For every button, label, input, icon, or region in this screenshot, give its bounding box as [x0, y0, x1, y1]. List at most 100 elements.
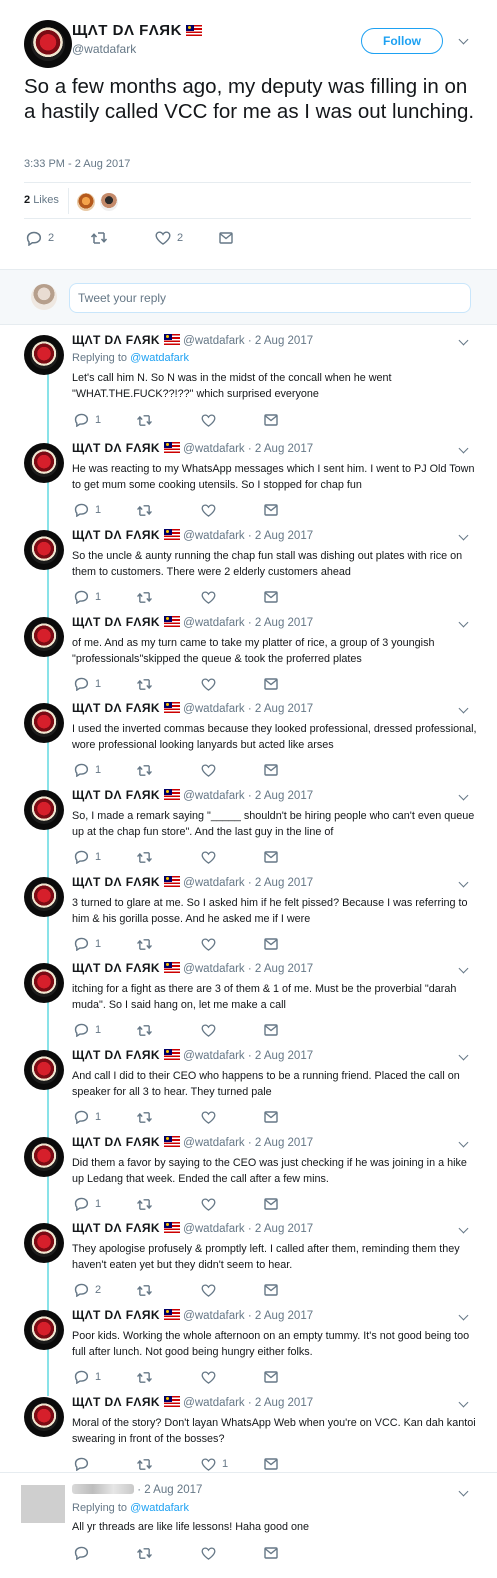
author-handle[interactable]: @watdafark — [183, 790, 245, 802]
like-button[interactable] — [201, 1544, 216, 1562]
thread-reply[interactable]: ЩΛT DΛ FΛЯK @watdafark · 2 Aug 2017 3 tur… — [0, 875, 497, 955]
thread-reply[interactable]: ЩΛT DΛ FΛЯK @watdafark · 2 Aug 2017 itchi… — [0, 961, 497, 1041]
author-handle[interactable]: @watdafark — [183, 1223, 245, 1235]
avatar[interactable] — [24, 877, 64, 917]
like-button[interactable] — [201, 588, 222, 606]
like-button[interactable] — [201, 1368, 222, 1386]
chevron-down-icon[interactable] — [459, 792, 469, 802]
direct-message-button[interactable] — [264, 411, 278, 429]
reply-date[interactable]: · 2 Aug 2017 — [248, 335, 313, 347]
retweet-button[interactable] — [136, 411, 153, 429]
author-name[interactable]: ЩΛT DΛ FΛЯK — [72, 1135, 160, 1149]
chevron-down-icon[interactable] — [459, 445, 469, 455]
author-handle[interactable]: @watdafark — [183, 1310, 245, 1322]
like-button[interactable] — [201, 1021, 222, 1039]
reply-button[interactable]: 1 — [74, 761, 101, 779]
thread-reply[interactable]: ЩΛT DΛ FΛЯK @watdafark · 2 Aug 2017 So, I… — [0, 788, 497, 868]
author-handle[interactable]: @watdafark — [183, 1397, 245, 1409]
retweet-button[interactable] — [136, 1108, 153, 1126]
author-name[interactable]: ЩΛT DΛ FΛЯK — [72, 1221, 160, 1235]
author-name[interactable]: ЩΛT DΛ FΛЯK — [72, 528, 160, 542]
author-name[interactable]: ЩΛT DΛ FΛЯK — [72, 22, 202, 39]
avatar[interactable] — [24, 1397, 64, 1437]
thread-reply[interactable]: ЩΛT DΛ FΛЯK @watdafark · 2 Aug 2017 Moral… — [0, 1395, 497, 1475]
reply-date[interactable]: · 2 Aug 2017 — [248, 530, 313, 542]
reply-button[interactable]: 2 — [26, 229, 54, 247]
like-button[interactable] — [201, 848, 222, 866]
direct-message-button[interactable] — [264, 1368, 278, 1386]
thread-reply[interactable]: ЩΛT DΛ FΛЯK @watdafark · 2 Aug 2017 He wa… — [0, 441, 497, 521]
author-name[interactable]: ЩΛT DΛ FΛЯK — [72, 1048, 160, 1062]
author-name[interactable]: ЩΛT DΛ FΛЯK — [72, 961, 160, 975]
likes-count[interactable]: 2 Likes — [24, 194, 59, 206]
follow-button[interactable]: Follow — [361, 28, 443, 54]
chevron-down-icon[interactable] — [459, 965, 469, 975]
avatar[interactable] — [24, 443, 64, 483]
reply-button[interactable]: 1 — [74, 935, 101, 953]
reply-button[interactable] — [74, 1455, 95, 1473]
author-name[interactable]: ЩΛT DΛ FΛЯK — [72, 615, 160, 629]
avatar[interactable] — [24, 790, 64, 830]
thread-reply[interactable]: ЩΛT DΛ FΛЯK @watdafark · 2 Aug 2017 And c… — [0, 1048, 497, 1128]
author-name[interactable]: ЩΛT DΛ FΛЯK — [72, 701, 160, 715]
direct-message-button[interactable] — [264, 675, 278, 693]
retweet-button[interactable] — [136, 1455, 153, 1473]
chevron-down-icon[interactable] — [459, 337, 469, 347]
retweet-button[interactable] — [136, 1544, 153, 1562]
reply-date[interactable]: · 2 Aug 2017 — [248, 1137, 313, 1149]
like-button[interactable] — [201, 1195, 222, 1213]
avatar[interactable] — [24, 20, 72, 68]
chevron-down-icon[interactable] — [459, 1139, 469, 1149]
retweet-button[interactable] — [136, 1195, 153, 1213]
retweet-button[interactable] — [90, 229, 108, 247]
avatar[interactable] — [21, 1485, 65, 1523]
direct-message-button[interactable] — [264, 1544, 278, 1562]
author-name[interactable]: ЩΛT DΛ FΛЯK — [72, 875, 160, 889]
author-handle[interactable]: @watdafark — [183, 335, 245, 347]
chevron-down-icon[interactable] — [459, 1225, 469, 1235]
author-handle[interactable]: @watdafark — [183, 963, 245, 975]
chevron-down-icon[interactable] — [459, 619, 469, 629]
like-button[interactable]: 2 — [155, 229, 183, 247]
retweet-button[interactable] — [136, 588, 153, 606]
reply-date[interactable]: · 2 Aug 2017 — [248, 703, 313, 715]
like-button[interactable] — [201, 411, 222, 429]
retweet-button[interactable] — [136, 675, 153, 693]
direct-message-button[interactable] — [264, 761, 278, 779]
like-button[interactable] — [201, 675, 222, 693]
reply-button[interactable]: 1 — [74, 675, 101, 693]
chevron-down-icon[interactable] — [459, 1488, 469, 1498]
tweet-timestamp[interactable]: 3:33 PM - 2 Aug 2017 — [24, 158, 130, 170]
reply-button[interactable]: 2 — [74, 1281, 101, 1299]
reply-button[interactable]: 1 — [74, 411, 101, 429]
avatar[interactable] — [24, 1050, 64, 1090]
chevron-down-icon[interactable] — [459, 1312, 469, 1322]
thread-reply[interactable]: ЩΛT DΛ FΛЯK @watdafark · 2 Aug 2017 They … — [0, 1221, 497, 1301]
reply-date[interactable]: · 2 Aug 2017 — [137, 1484, 202, 1496]
avatar[interactable] — [24, 1310, 64, 1350]
retweet-button[interactable] — [136, 848, 153, 866]
retweet-button[interactable] — [136, 1281, 153, 1299]
replying-to-link[interactable]: @watdafark — [130, 352, 189, 364]
chevron-down-icon[interactable] — [459, 705, 469, 715]
avatar[interactable] — [24, 703, 64, 743]
reply-date[interactable]: · 2 Aug 2017 — [248, 617, 313, 629]
reply-button[interactable]: 1 — [74, 1368, 101, 1386]
direct-message-button[interactable] — [264, 1455, 278, 1473]
author-name[interactable]: ЩΛT DΛ FΛЯK — [72, 333, 160, 347]
author-name[interactable]: ЩΛT DΛ FΛЯK — [72, 1308, 160, 1322]
author-name[interactable]: ЩΛT DΛ FΛЯK — [72, 441, 160, 455]
direct-message-button[interactable] — [264, 935, 278, 953]
author-handle[interactable]: @watdafark — [183, 443, 245, 455]
retweet-button[interactable] — [136, 1368, 153, 1386]
reply-button[interactable]: 1 — [74, 1021, 101, 1039]
replying-to-link[interactable]: @watdafark — [130, 1502, 189, 1514]
like-button[interactable] — [201, 935, 222, 953]
reply-date[interactable]: · 2 Aug 2017 — [248, 1310, 313, 1322]
retweet-button[interactable] — [136, 761, 153, 779]
like-button[interactable] — [201, 501, 222, 519]
direct-message-button[interactable] — [264, 1021, 278, 1039]
direct-message-button[interactable] — [264, 501, 278, 519]
avatar[interactable] — [24, 617, 64, 657]
retweet-button[interactable] — [136, 1021, 153, 1039]
